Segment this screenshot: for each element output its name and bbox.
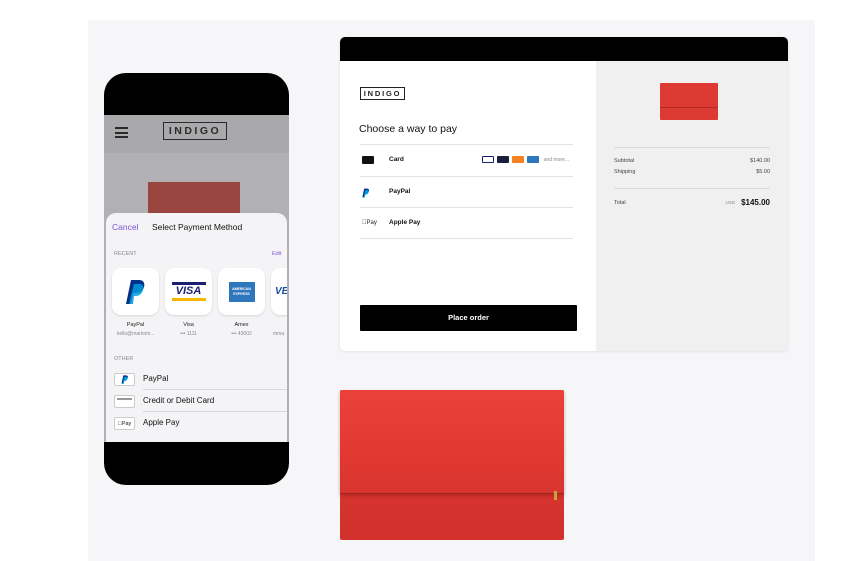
checkout-card: INDIGO Choose a way to pay Card and more… xyxy=(340,37,788,351)
other-card-row[interactable]: Credit or Debit Card xyxy=(106,391,287,412)
shipping-value: $5.00 xyxy=(756,169,770,175)
cancel-button[interactable]: Cancel xyxy=(112,222,138,232)
edit-button[interactable]: Edit xyxy=(272,251,281,257)
top-bar xyxy=(340,37,788,61)
divider xyxy=(360,238,573,239)
discover-icon xyxy=(511,156,524,163)
divider xyxy=(360,144,573,145)
pay-option-card[interactable]: Card and more... xyxy=(360,146,573,176)
recent-amex-tile[interactable]: AMERICAN EXPRESS xyxy=(218,268,265,315)
amex-icon xyxy=(526,156,539,163)
total-value: $145.00 xyxy=(741,198,770,207)
credit-card-icon xyxy=(114,395,135,408)
more-cards-text: and more... xyxy=(543,156,569,163)
divider xyxy=(360,176,573,177)
method-label: Apple Pay xyxy=(143,418,180,427)
recent-card-tile[interactable]: VE xyxy=(271,268,287,315)
subtotal-value: $140.00 xyxy=(750,158,770,164)
clutch-flap xyxy=(340,390,564,494)
visa-icon: VISA xyxy=(171,282,206,301)
pay-option-label: Card xyxy=(389,156,404,163)
recent-visa-tile[interactable]: VISA xyxy=(165,268,212,315)
paypal-icon xyxy=(362,188,370,198)
other-section-label: OTHER xyxy=(114,356,134,362)
total-label: Total xyxy=(614,200,626,206)
order-summary: Subtotal $140.00 Shipping $5.00 Total US… xyxy=(596,61,788,351)
recent-item-name: PayPal xyxy=(126,322,145,328)
divider xyxy=(614,188,770,189)
sheet-title: Select Payment Method xyxy=(152,222,243,232)
zipper-pull xyxy=(554,491,557,500)
pay-option-label: Apple Pay xyxy=(389,219,421,226)
divider xyxy=(360,207,573,208)
shipping-label: Shipping xyxy=(614,169,636,175)
divider xyxy=(614,147,770,148)
divider xyxy=(143,389,287,390)
divider xyxy=(143,411,287,412)
pay-option-paypal[interactable]: PayPal xyxy=(360,178,573,208)
place-order-button[interactable]: Place order xyxy=(360,305,577,331)
product-thumbnail xyxy=(660,83,718,120)
subtotal-label: Subtotal xyxy=(614,158,635,164)
recent-item-detail: mma xyxy=(273,331,285,337)
card-brand-icon: VE xyxy=(275,286,287,297)
paypal-icon xyxy=(125,279,144,304)
phone-screen: INDIGO Cancel Select Payment Method RECE… xyxy=(104,115,289,442)
recent-item-name: Amex xyxy=(234,322,249,328)
payment-method-sheet: Cancel Select Payment Method RECENT Edit… xyxy=(106,213,287,442)
recent-item-detail: ••• 43002 xyxy=(231,331,252,337)
amex-icon: AMERICAN EXPRESS xyxy=(228,281,255,302)
paypal-icon xyxy=(114,373,135,386)
recent-item-name: Visa xyxy=(183,322,194,328)
payment-heading: Choose a way to pay xyxy=(359,123,458,135)
recent-section-label: RECENT xyxy=(114,251,137,257)
mastercard-icon xyxy=(496,156,509,163)
card-brand-logos: and more... xyxy=(481,156,569,163)
recent-paypal-tile[interactable] xyxy=(112,268,159,315)
total-currency: USD xyxy=(725,200,735,205)
other-paypal-row[interactable]: PayPal xyxy=(106,369,287,390)
phone-mockup: INDIGO Cancel Select Payment Method RECE… xyxy=(104,73,289,485)
recent-item-detail: ••• 1111 xyxy=(180,331,197,337)
credit-card-icon xyxy=(362,156,374,164)
recent-item-detail: hello@markom... xyxy=(116,331,155,337)
product-photo-clutch xyxy=(340,390,564,540)
apple-pay-icon: Pay xyxy=(362,220,377,226)
apple-pay-icon: Pay xyxy=(114,417,135,430)
brand-logo[interactable]: INDIGO xyxy=(360,87,405,100)
pay-option-applepay[interactable]: Pay Apple Pay xyxy=(360,209,573,239)
method-label: PayPal xyxy=(143,374,169,383)
method-label: Credit or Debit Card xyxy=(143,396,215,405)
other-applepay-row[interactable]: Pay Apple Pay xyxy=(106,413,287,434)
visa-icon xyxy=(481,156,494,163)
pay-option-label: PayPal xyxy=(389,188,411,195)
